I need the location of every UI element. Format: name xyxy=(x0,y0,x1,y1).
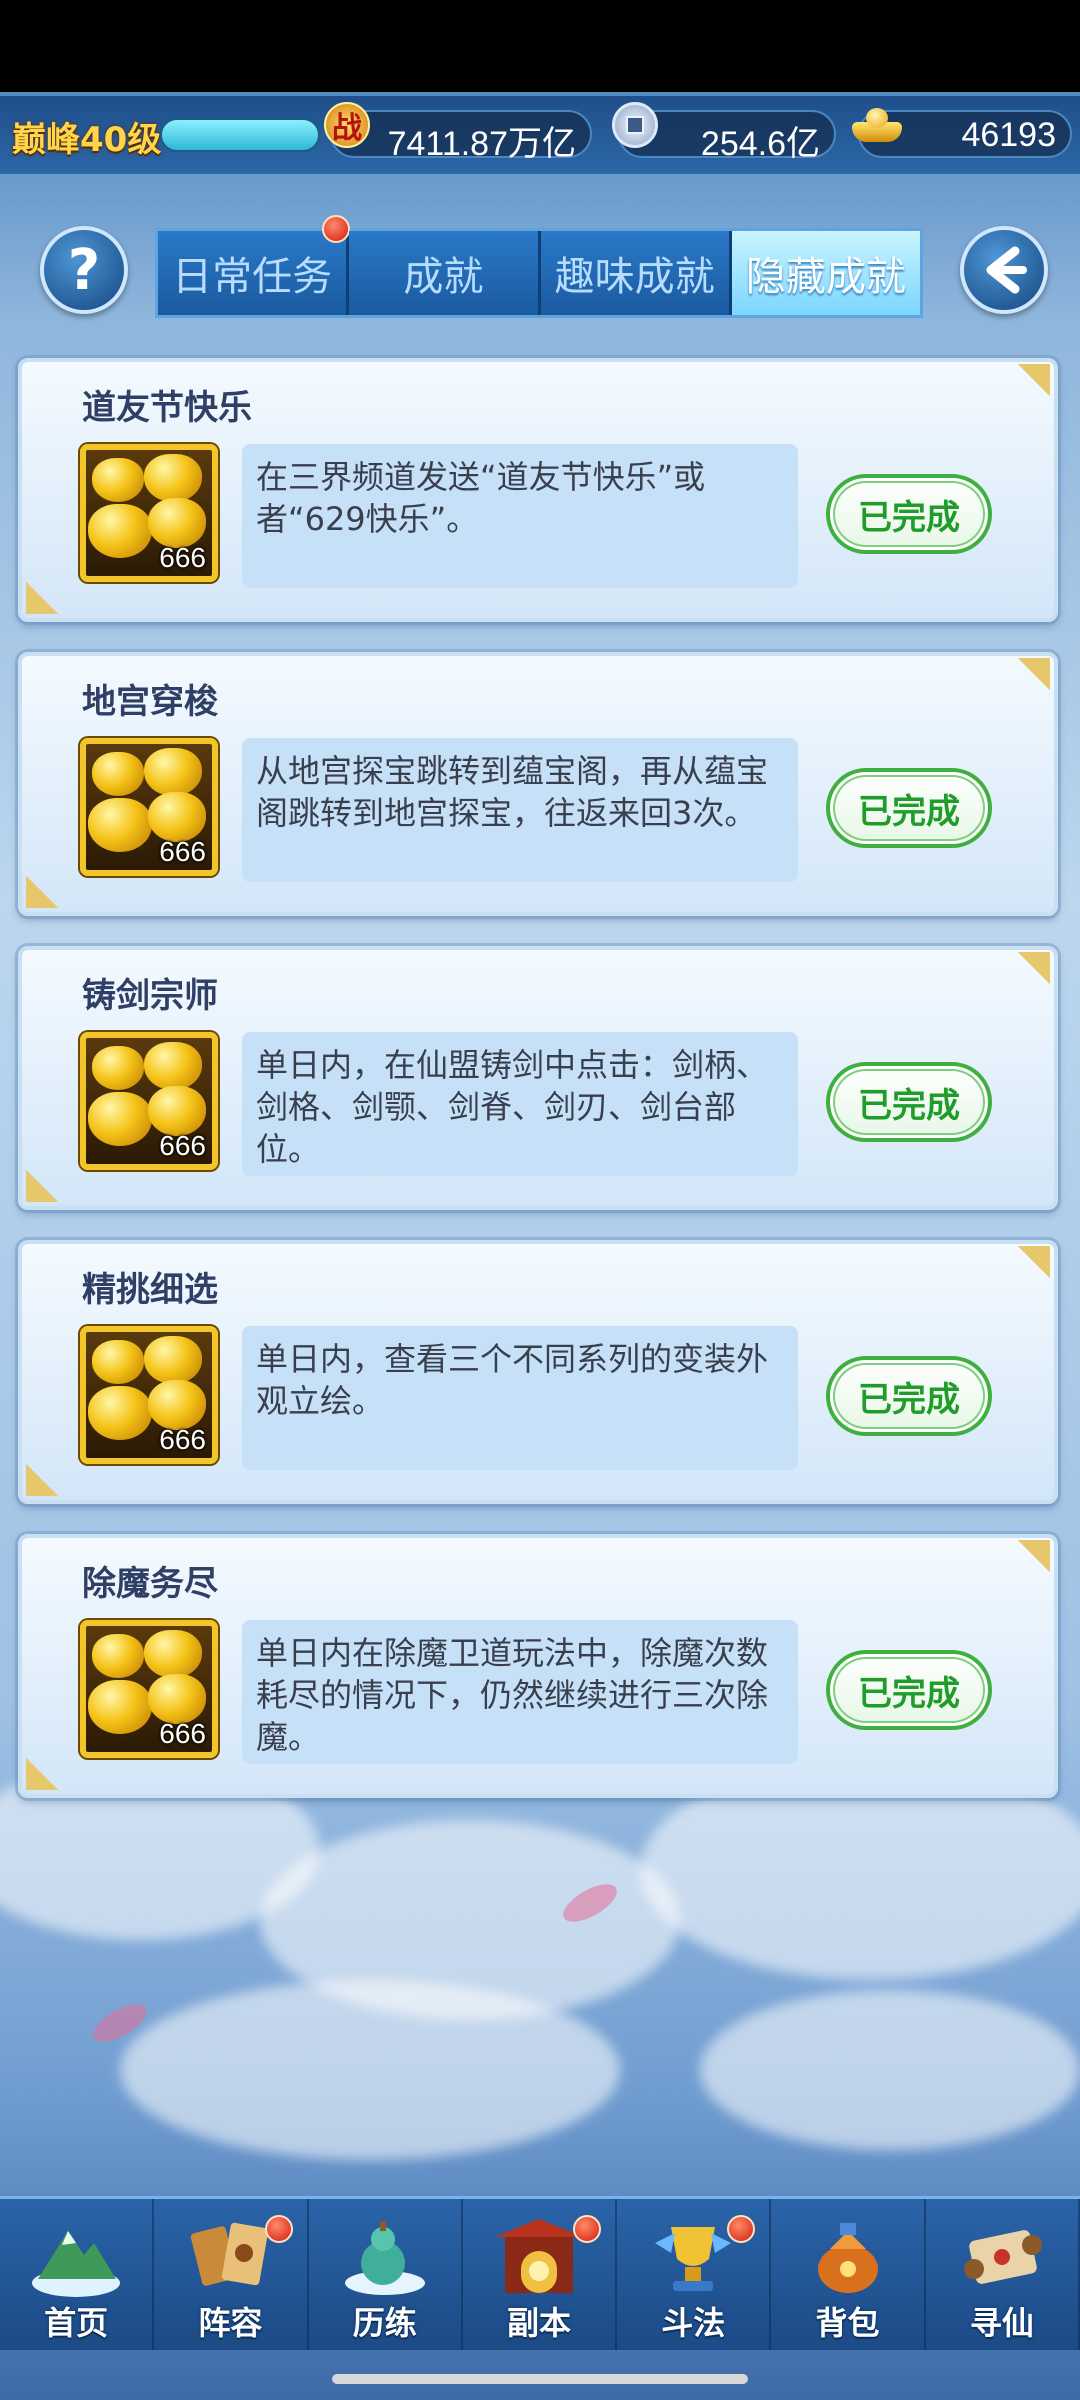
nav-label: 首页 xyxy=(44,2304,109,2342)
achievement-description: 在三界频道发送“道友节快乐”或者“629快乐”。 xyxy=(242,444,798,588)
completed-button[interactable]: 已完成 xyxy=(826,1356,992,1436)
corner-ornament xyxy=(26,858,82,908)
gold-value: 46193 xyxy=(961,116,1056,154)
reward-count: 666 xyxy=(159,1424,206,1455)
silver-coin-icon xyxy=(612,102,658,148)
tab-label: 隐藏成就 xyxy=(745,254,906,300)
nav-item-lineup[interactable]: 阵容 xyxy=(154,2199,309,2350)
combat-power-value: 7411.87万亿 xyxy=(387,125,576,163)
achievement-card: 除魔务尽 666 单日内在除魔卫道玩法中，除魔次数耗尽的情况下，仍然继续进行三次… xyxy=(18,1534,1058,1798)
achievement-description: 从地宫探宝跳转到蕴宝阁，再从蕴宝阁跳转到地宫探宝，往返来回3次。 xyxy=(242,738,798,882)
nav-item-bag[interactable]: 背包 xyxy=(771,2199,926,2350)
combat-power-icon: 战 xyxy=(324,102,370,148)
corner-ornament xyxy=(994,658,1050,708)
achievement-card: 地宫穿梭 666 从地宫探宝跳转到蕴宝阁，再从蕴宝阁跳转到地宫探宝，往返来回3次… xyxy=(18,652,1058,916)
achievement-title: 地宫穿梭 xyxy=(82,682,218,722)
achievement-card: 精挑细选 666 单日内，查看三个不同系列的变装外观立绘。 已完成 xyxy=(18,1240,1058,1504)
completed-button[interactable]: 已完成 xyxy=(826,1062,992,1142)
corner-ornament xyxy=(26,1152,82,1202)
achievement-title: 精挑细选 xyxy=(82,1270,218,1310)
corner-ornament xyxy=(26,1446,82,1496)
combat-power-display: 7411.87万亿 xyxy=(330,110,592,163)
achievement-title: 道友节快乐 xyxy=(82,388,252,428)
achievement-description: 单日内，查看三个不同系列的变装外观立绘。 xyxy=(242,1326,798,1470)
nav-item-seek-immortal[interactable]: 寻仙 xyxy=(926,2199,1080,2350)
reward-count: 666 xyxy=(159,542,206,573)
nav-item-dungeon[interactable]: 副本 xyxy=(463,2199,618,2350)
completed-button[interactable]: 已完成 xyxy=(826,1650,992,1730)
achievement-card: 铸剑宗师 666 单日内，在仙盟铸剑中点击：剑柄、剑格、剑颚、剑脊、剑刃、剑台部… xyxy=(18,946,1058,1210)
background-cloud xyxy=(120,1980,620,2160)
experience-bar xyxy=(160,118,320,152)
reward-count: 666 xyxy=(159,1718,206,1749)
home-indicator[interactable] xyxy=(332,2374,748,2384)
back-button[interactable] xyxy=(960,226,1048,314)
tab-label: 日常任务 xyxy=(172,254,333,300)
gold-ingot-reward-icon[interactable]: 666 xyxy=(80,1326,218,1464)
nav-label: 背包 xyxy=(815,2304,880,2342)
notification-dot xyxy=(727,2215,756,2243)
corner-ornament xyxy=(994,952,1050,1002)
gourd-training-icon xyxy=(337,2211,433,2301)
nav-item-home[interactable]: 首页 xyxy=(0,2199,155,2350)
gold-ingot-reward-icon[interactable]: 666 xyxy=(80,444,218,582)
tab-fun-achievements[interactable]: 趣味成就 xyxy=(540,231,732,315)
gold-ingot-reward-icon[interactable]: 666 xyxy=(80,1620,218,1758)
nav-label: 历练 xyxy=(352,2304,417,2342)
tab-bar: 日常任务 成就 趣味成就 隐藏成就 xyxy=(155,215,923,318)
reward-count: 666 xyxy=(159,836,206,867)
notification-dot xyxy=(322,215,351,243)
corner-ornament xyxy=(994,1246,1050,1296)
gold-ingot-icon xyxy=(852,102,902,148)
corner-ornament xyxy=(26,564,82,614)
question-mark-icon: ? xyxy=(67,237,101,303)
achievement-title: 铸剑宗师 xyxy=(82,976,218,1016)
tab-hidden-achievements[interactable]: 隐藏成就 xyxy=(731,231,920,315)
tab-label: 成就 xyxy=(403,254,484,300)
notification-dot xyxy=(264,2215,293,2243)
achievement-title: 除魔务尽 xyxy=(82,1564,218,1604)
nav-item-training[interactable]: 历练 xyxy=(309,2199,463,2350)
nav-label: 阵容 xyxy=(198,2304,263,2342)
silver-value: 254.6亿 xyxy=(700,125,820,163)
nav-label: 斗法 xyxy=(661,2304,726,2342)
achievement-description: 单日内，在仙盟铸剑中点击：剑柄、剑格、剑颚、剑脊、剑刃、剑台部位。 xyxy=(242,1032,798,1176)
nav-item-duel[interactable]: 斗法 xyxy=(617,2199,772,2350)
gold-ingot-reward-icon[interactable]: 666 xyxy=(80,738,218,876)
corner-ornament xyxy=(994,1540,1050,1590)
resource-bar: 巅峰40级 7411.87万亿 战 254.6亿 46193 xyxy=(0,96,1080,174)
help-button[interactable]: ? xyxy=(40,226,128,314)
achievement-description: 单日内在除魔卫道玩法中，除魔次数耗尽的情况下，仍然继续进行三次除魔。 xyxy=(242,1620,798,1764)
reward-count: 666 xyxy=(159,1130,206,1161)
corner-ornament xyxy=(26,1740,82,1790)
bottom-navigation: 首页 阵容 历练 副本 斗法 背包 寻仙 xyxy=(0,2196,1080,2350)
completed-button[interactable]: 已完成 xyxy=(826,768,992,848)
background-cloud xyxy=(700,1990,1080,2150)
back-arrow-icon xyxy=(986,246,1027,294)
achievement-tabs-row: ? 日常任务 成就 趣味成就 隐藏成就 xyxy=(0,215,1080,322)
notification-dot xyxy=(573,2215,602,2243)
cards-lineup-icon xyxy=(182,2211,278,2301)
tab-achievements[interactable]: 成就 xyxy=(349,231,541,315)
achievement-card: 道友节快乐 666 在三界频道发送“道友节快乐”或者“629快乐”。 已完成 xyxy=(18,358,1058,622)
treasure-bag-icon xyxy=(800,2211,896,2301)
gold-ingot-reward-icon[interactable]: 666 xyxy=(80,1032,218,1170)
nav-label: 副本 xyxy=(506,2304,571,2342)
completed-button[interactable]: 已完成 xyxy=(826,474,992,554)
tab-label: 趣味成就 xyxy=(554,254,715,300)
scroll-seek-icon xyxy=(954,2211,1050,2301)
tab-daily-tasks[interactable]: 日常任务 xyxy=(158,215,351,315)
player-level: 巅峰40级 xyxy=(12,120,162,160)
mountain-home-icon xyxy=(28,2211,124,2301)
system-status-bar xyxy=(0,0,1080,92)
nav-label: 寻仙 xyxy=(969,2304,1034,2342)
corner-ornament xyxy=(994,364,1050,414)
